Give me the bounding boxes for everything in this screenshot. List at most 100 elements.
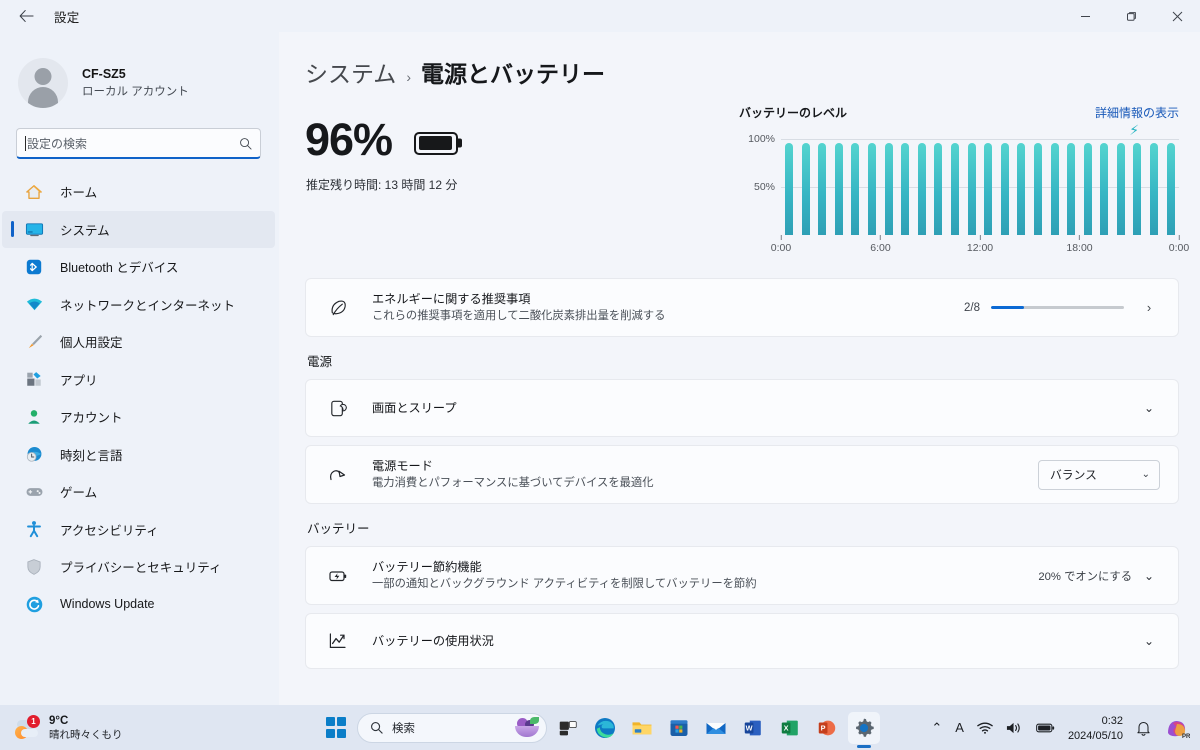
chart-x-tick: 0:00 xyxy=(1169,235,1189,254)
chart-bar xyxy=(801,142,810,235)
settings-button[interactable] xyxy=(848,711,880,744)
svg-text:P: P xyxy=(821,723,826,732)
chevron-down-icon[interactable]: ⌄ xyxy=(1138,634,1160,648)
sidebar-item-system[interactable]: システム xyxy=(2,210,275,248)
search-settings-wrap: 設定の検索 xyxy=(16,128,261,159)
powerpoint-button[interactable]: P xyxy=(811,712,843,744)
chevron-down-icon[interactable]: ⌄ xyxy=(1138,401,1160,415)
chart-bars xyxy=(785,139,1175,235)
chart-x-tick-mark xyxy=(1079,235,1080,240)
svg-text:X: X xyxy=(784,723,789,732)
title-bar: 設定 xyxy=(0,0,1200,32)
chevron-right-icon[interactable]: › xyxy=(1138,300,1160,315)
task-view-button[interactable] xyxy=(552,712,584,744)
chart-bar xyxy=(818,142,827,235)
clock-time: 0:32 xyxy=(1101,714,1123,727)
sidebar-item-time-language[interactable]: 時刻と言語 xyxy=(2,436,275,474)
account-text: CF-SZ5 ローカル アカウント xyxy=(82,66,189,100)
back-button[interactable] xyxy=(8,1,44,31)
sidebar-item-label: 時刻と言語 xyxy=(60,448,123,463)
weather-text: 9°C 晴れ時々くもり xyxy=(49,714,123,742)
search-input[interactable]: 設定の検索 xyxy=(16,128,261,159)
chart-bar xyxy=(1050,142,1059,235)
logo-tile-1 xyxy=(325,717,335,727)
notification-badge: 1 xyxy=(27,714,40,728)
minimize-button[interactable] xyxy=(1062,0,1108,32)
logo-tile-3 xyxy=(325,728,335,738)
gamepad-icon xyxy=(24,482,44,502)
taskbar: 1 9°C 晴れ時々くもり 検索 W X P ⌃ A 0:32 2024/05/… xyxy=(0,705,1200,750)
chart-bar xyxy=(934,142,943,235)
tray-overflow-button[interactable]: ⌃ xyxy=(931,720,942,736)
chart-bar xyxy=(1116,142,1125,235)
sidebar-item-accounts[interactable]: アカウント xyxy=(2,398,275,436)
chart-x-tick-label: 0:00 xyxy=(1168,242,1190,254)
taskbar-search-box[interactable]: 検索 xyxy=(357,712,547,743)
excel-button[interactable]: X xyxy=(774,712,806,744)
chevron-down-icon[interactable]: ⌄ xyxy=(1138,569,1160,583)
home-icon xyxy=(24,182,44,202)
chart-x-tick-label: 6:00 xyxy=(870,242,891,254)
ime-indicator[interactable]: A xyxy=(955,720,964,735)
sidebar-item-label: Bluetooth とデバイス xyxy=(60,261,179,276)
bell-icon[interactable] xyxy=(1136,720,1151,736)
microsoft-store-button[interactable] xyxy=(663,712,695,744)
clock-date: 2024/05/10 xyxy=(1067,729,1123,742)
chart-bar xyxy=(1017,142,1026,235)
accessibility-icon xyxy=(24,519,44,539)
avatar xyxy=(18,58,68,108)
screen-and-sleep-row[interactable]: 画面とスリープ ⌄ xyxy=(305,379,1179,437)
edge-button[interactable] xyxy=(589,712,621,744)
mail-button[interactable] xyxy=(700,712,732,744)
taskbar-weather-widget[interactable]: 1 9°C 晴れ時々くもり xyxy=(14,714,123,742)
sidebar-item-personalization[interactable]: 個人用設定 xyxy=(2,323,275,361)
power-mode-title: 電源モード xyxy=(372,459,433,473)
chart-bar xyxy=(917,142,926,235)
file-explorer-button[interactable] xyxy=(626,712,658,744)
apps-icon xyxy=(24,369,44,389)
sidebar-item-network-internet[interactable]: ネットワークとインターネット xyxy=(2,286,275,324)
energy-card-title: エネルギーに関する推奨事項 xyxy=(372,292,531,306)
power-mode-dropdown[interactable]: バランス ⌄ xyxy=(1038,459,1160,490)
power-mode-row[interactable]: 電源モード 電力消費とパフォーマンスに基づいてデバイスを最適化 バランス ⌄ xyxy=(305,445,1179,504)
wifi-icon[interactable] xyxy=(977,721,993,735)
app-title: 設定 xyxy=(54,10,80,25)
chart-x-tick-mark xyxy=(780,235,782,240)
sidebar-item-gaming[interactable]: ゲーム xyxy=(2,473,275,511)
start-button[interactable] xyxy=(320,712,352,744)
sidebar-item-apps[interactable]: アプリ xyxy=(2,361,275,399)
battery-usage-row[interactable]: バッテリーの使用状況 ⌄ xyxy=(305,613,1179,669)
sidebar-item-label: アカウント xyxy=(60,411,123,426)
sidebar-item-label: アプリ xyxy=(60,373,98,388)
chart-x-tick: 18:00 xyxy=(1066,235,1093,254)
chart-x-tick-label: 0:00 xyxy=(770,242,792,254)
weather-condition: 晴れ時々くもり xyxy=(49,728,123,741)
copilot-icon[interactable]: PRE xyxy=(1164,715,1190,741)
sidebar-item-home[interactable]: ホーム xyxy=(2,173,275,211)
chart-x-tick-label: 18:00 xyxy=(1066,242,1093,254)
battery-icon[interactable] xyxy=(1036,722,1055,734)
chart-bar xyxy=(1100,142,1109,235)
view-details-link[interactable]: 詳細情報の表示 xyxy=(1095,104,1179,121)
taskbar-clock[interactable]: 0:32 2024/05/10 xyxy=(1068,713,1123,743)
battery-saver-row[interactable]: バッテリー節約機能 一部の通知とバックグラウンド アクティビティを制限してバッテ… xyxy=(305,546,1179,605)
account-block[interactable]: CF-SZ5 ローカル アカウント xyxy=(0,32,279,118)
speaker-icon[interactable] xyxy=(1006,721,1023,735)
logo-tile-4 xyxy=(337,728,347,738)
logo-tile-2 xyxy=(337,717,347,727)
sidebar-item-accessibility[interactable]: アクセシビリティ xyxy=(2,511,275,549)
search-icon xyxy=(240,137,252,150)
screen-sleep-title: 画面とスリープ xyxy=(372,401,457,415)
maximize-button[interactable] xyxy=(1108,0,1154,32)
close-button[interactable] xyxy=(1154,0,1200,32)
account-type: ローカル アカウント xyxy=(82,86,189,98)
word-button[interactable]: W xyxy=(737,712,769,744)
lightning-bolt-icon: ⚡ xyxy=(1129,122,1140,138)
sidebar-item-privacy-security[interactable]: プライバシーとセキュリティ xyxy=(2,548,275,586)
breadcrumb-parent[interactable]: システム xyxy=(305,55,396,89)
gear-icon xyxy=(856,718,874,737)
sidebar-item-windows-update[interactable]: Windows Update xyxy=(2,586,275,624)
energy-recommendations-card[interactable]: エネルギーに関する推奨事項 これらの推奨事項を適用して二酸化炭素排出量を削減する… xyxy=(305,278,1179,337)
sidebar-item-bluetooth-devices[interactable]: Bluetooth とデバイス xyxy=(2,248,275,286)
settings-window: 設定 CF-SZ5 ローカル アカウント 設定の検索 ホーム システム Blue… xyxy=(0,0,1200,750)
